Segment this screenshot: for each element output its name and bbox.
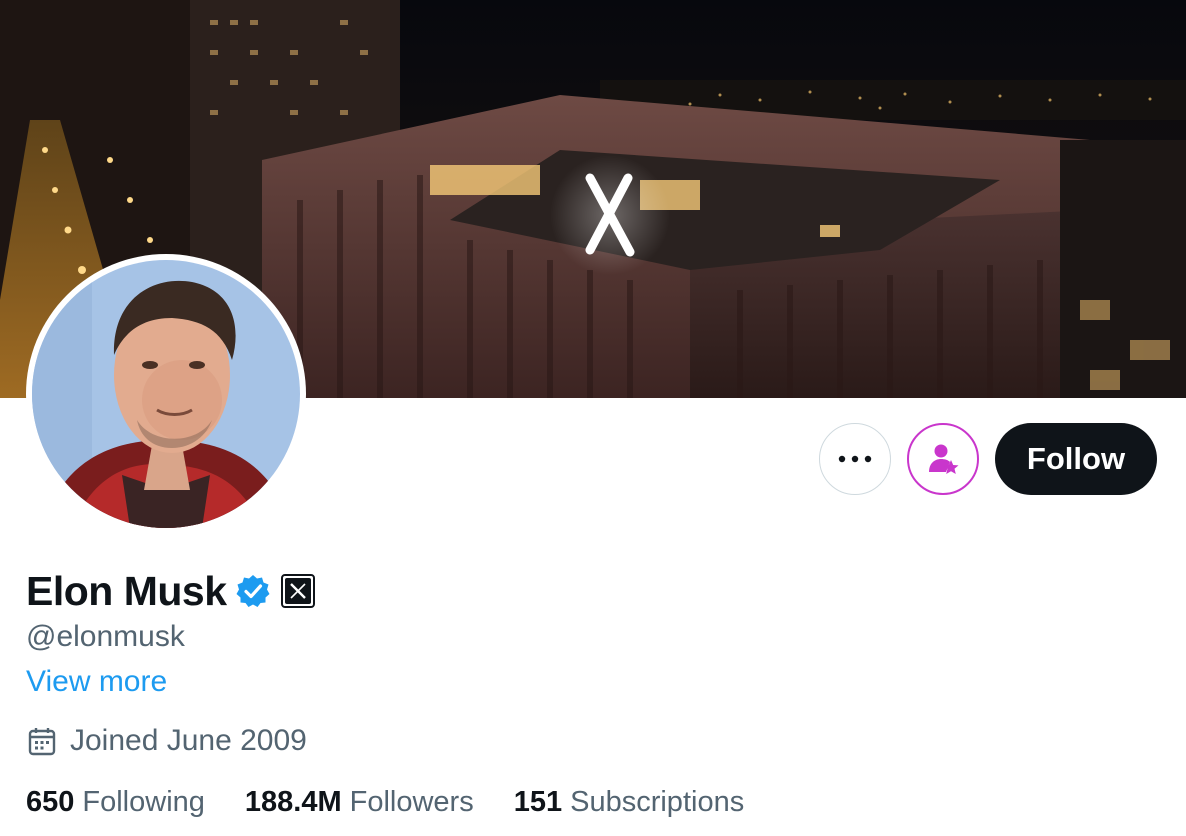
stat-value: 650 — [26, 786, 75, 818]
follow-button[interactable]: Follow — [995, 423, 1157, 495]
more-horizontal-icon — [838, 455, 872, 463]
stat-label: Following — [82, 786, 205, 818]
profile-avatar[interactable] — [26, 254, 306, 534]
stat-value: 151 — [513, 786, 563, 818]
avatar-image — [32, 260, 300, 528]
stat-following[interactable]: 650 Following — [26, 786, 205, 819]
profile-stats: 650 Following 188.4M Followers 151 Subsc… — [26, 786, 784, 819]
joined-date: Joined June 2009 — [26, 724, 307, 758]
stat-label: Followers — [349, 786, 474, 818]
stat-subscriptions[interactable]: 151 Subscriptions — [514, 786, 744, 819]
stat-followers[interactable]: 188.4M Followers — [245, 786, 474, 819]
profile-page: Follow Elon Musk @elonmusk View more Joi… — [0, 0, 1186, 836]
x-logo-icon[interactable] — [280, 574, 315, 608]
stat-label: Subscriptions — [570, 786, 745, 818]
view-more-link[interactable]: View more — [26, 665, 167, 699]
subscribe-button[interactable] — [907, 423, 979, 495]
display-name: Elon Musk — [26, 567, 227, 614]
profile-handle: @elonmusk — [26, 620, 185, 653]
more-button[interactable] — [819, 423, 891, 495]
stat-value: 188.4M — [244, 786, 342, 818]
calendar-icon — [26, 725, 58, 757]
name-row: Elon Musk — [26, 566, 315, 616]
joined-text: Joined June 2009 — [70, 724, 307, 757]
verified-badge-icon[interactable] — [235, 573, 271, 609]
person-star-icon — [926, 442, 960, 476]
